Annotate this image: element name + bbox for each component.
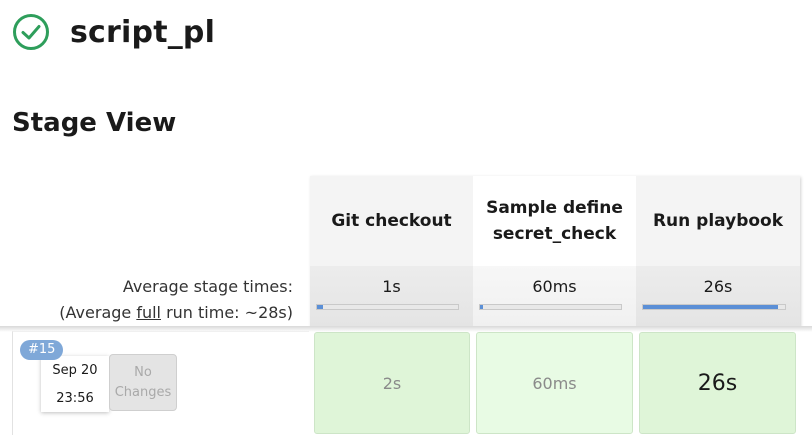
- job-title: script_pl: [70, 14, 216, 50]
- no-changes-box[interactable]: No Changes: [109, 354, 177, 411]
- avg-time-value: 1s: [382, 277, 401, 296]
- avg-time-progress-fill: [643, 305, 778, 309]
- build-number-badge[interactable]: #15: [20, 340, 64, 360]
- avg-time-cell: 1s: [310, 266, 473, 328]
- avg-time-value: 26s: [703, 277, 733, 296]
- stage-header-label: Sample define secret_check: [486, 198, 623, 244]
- avg-time-progress: [316, 304, 459, 310]
- average-times-label: Average stage times: (Average full run t…: [59, 277, 293, 322]
- stage-duration: 60ms: [532, 373, 577, 393]
- stage-view-page: script_pl Stage View Git checkout Sample…: [0, 0, 812, 435]
- stage-result-cell[interactable]: 26s: [639, 332, 796, 434]
- stage-header-label: Git checkout: [331, 211, 452, 231]
- build-date: Sep 20: [52, 363, 98, 378]
- avg-time-progress-fill: [317, 305, 323, 309]
- build-date-card: Sep 20 23:56: [41, 356, 109, 412]
- avg-time-progress: [642, 304, 786, 310]
- stage-duration: 26s: [697, 370, 738, 396]
- stage-duration: 2s: [382, 373, 402, 393]
- avg-time-value: 60ms: [532, 277, 577, 296]
- stage-result-cell[interactable]: 60ms: [476, 332, 633, 434]
- avg-time-cell: 60ms: [473, 266, 636, 328]
- avg-time-progress: [479, 304, 622, 310]
- stage-header-label: Run playbook: [652, 211, 784, 231]
- stage-header-sample-define[interactable]: Sample define secret_check: [473, 176, 636, 266]
- full-run-link[interactable]: full: [136, 303, 161, 322]
- stage-header-git-checkout[interactable]: Git checkout: [310, 176, 473, 266]
- build-time: 23:56: [56, 391, 94, 406]
- stage-header-run-playbook[interactable]: Run playbook: [636, 176, 800, 266]
- avg-time-cell: 26s: [636, 266, 800, 328]
- success-check-icon: [13, 14, 49, 50]
- stage-result-cell[interactable]: 2s: [314, 332, 470, 434]
- avg-time-progress-fill: [480, 305, 483, 309]
- job-header: script_pl: [12, 12, 215, 52]
- stage-view-title: Stage View: [12, 108, 177, 138]
